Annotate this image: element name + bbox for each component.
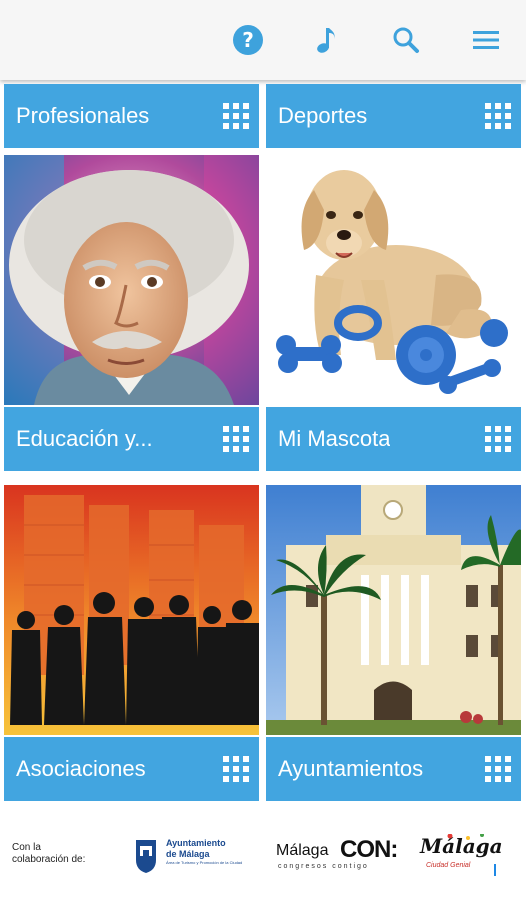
pet-photo[interactable]	[266, 155, 521, 405]
tile-mi-mascota[interactable]: Mi Mascota	[266, 407, 521, 471]
ayuntamiento-line1: Ayuntamiento	[166, 838, 226, 848]
congresos-text-a: Málaga	[276, 842, 329, 859]
help-button[interactable]: ?	[210, 0, 286, 80]
tile-asociaciones[interactable]: Asociaciones	[4, 737, 259, 801]
sponsor-footer: Con la colaboración de: Ayuntamiento de …	[0, 810, 526, 900]
color-dots-icon	[447, 834, 496, 876]
city-shield-icon	[136, 840, 156, 873]
search-icon	[393, 27, 419, 53]
ayuntamiento-logo: Ayuntamiento de Málaga Área de Turismo y…	[134, 838, 264, 878]
music-note-icon	[317, 28, 335, 53]
grid-icon	[485, 426, 511, 452]
tile-label: Profesionales	[16, 103, 150, 128]
grid-icon	[223, 756, 249, 782]
associations-photo[interactable]	[4, 485, 259, 735]
ayuntamiento-line2: de Málaga	[166, 849, 210, 859]
grid-icon	[485, 103, 511, 129]
tile-educacion[interactable]: Educación y...	[4, 407, 259, 471]
music-button[interactable]	[286, 0, 366, 80]
search-button[interactable]	[366, 0, 446, 80]
ayuntamiento-line3: Área de Turismo y Promoción de la Ciudad	[166, 860, 243, 865]
malaga-ciudad-genial-logo: Málaga Ciudad Genial	[420, 834, 520, 884]
menu-button[interactable]	[446, 0, 526, 80]
help-circle-icon: ?	[233, 25, 263, 55]
svg-text:?: ?	[242, 28, 254, 52]
tile-label: Educación y...	[16, 426, 153, 451]
tile-deportes[interactable]: Deportes	[266, 84, 521, 148]
menu-icon	[473, 31, 499, 49]
town-hall-photo[interactable]	[266, 485, 521, 735]
tile-label: Mi Mascota	[278, 426, 391, 451]
town-hall-image	[266, 485, 521, 735]
collaboration-text: Con la colaboración de:	[12, 842, 85, 866]
tile-label: Ayuntamientos	[278, 756, 424, 781]
category-grid: Profesionales Deportes Educación y... Mi…	[0, 80, 526, 810]
collaboration-line2: colaboración de:	[12, 854, 86, 865]
tile-label: Asociaciones	[16, 756, 146, 781]
tile-profesionales[interactable]: Profesionales	[4, 84, 259, 148]
grid-icon	[223, 103, 249, 129]
tile-label: Deportes	[278, 103, 368, 128]
app-bar: ?	[0, 0, 526, 80]
grid-icon	[223, 426, 249, 452]
dog-with-toys-image	[266, 155, 521, 405]
collaboration-line1: Con la	[12, 842, 41, 853]
tile-ayuntamientos[interactable]: Ayuntamientos	[266, 737, 521, 801]
malaga-congresos-logo: Málaga CON: congresos contigo	[276, 836, 410, 878]
business-silhouettes-image	[4, 485, 259, 735]
education-photo[interactable]	[4, 155, 259, 405]
scientist-portrait-image	[4, 155, 259, 405]
congresos-text-b: CON:	[340, 836, 398, 863]
congresos-subtitle: congresos contigo	[278, 863, 369, 870]
grid-icon	[485, 756, 511, 782]
